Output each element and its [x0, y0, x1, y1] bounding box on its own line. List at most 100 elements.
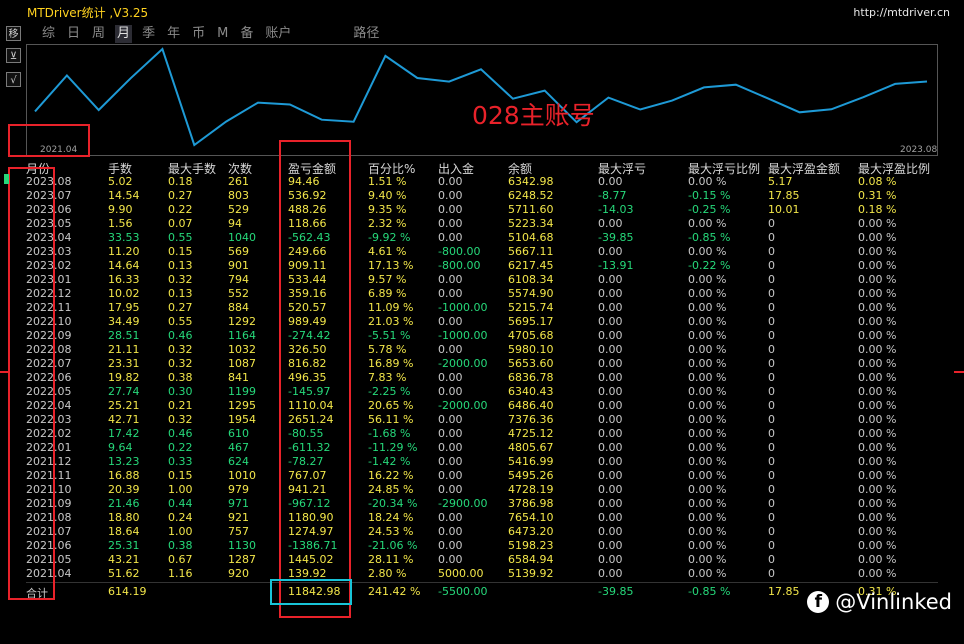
table-cell: 2.80 %: [368, 567, 407, 580]
table-cell: 9.40 %: [368, 189, 407, 202]
table-cell: 21.03 %: [368, 315, 414, 328]
table-cell: 0.00: [598, 553, 623, 566]
table-cell: 6342.98: [508, 175, 554, 188]
table-cell: 25.31: [108, 539, 140, 552]
table-cell: 0.00: [598, 399, 623, 412]
table-cell: 6.89 %: [368, 287, 407, 300]
table-cell: 0.00 %: [858, 371, 897, 384]
table-cell: 0.00: [598, 539, 623, 552]
table-cell: 0.22: [168, 441, 193, 454]
table-cell: 10.01: [768, 203, 800, 216]
table-cell: 0.00: [598, 301, 623, 314]
tab-0[interactable]: 综: [40, 25, 57, 43]
table-cell: 920: [228, 567, 249, 580]
table-cell: 0.00 %: [688, 371, 727, 384]
table-row: 2022.05 27.74 0.30 1199 -145.97 -2.25 % 0.00 63…: [26, 385, 938, 399]
total-cell: -39.85: [598, 585, 634, 598]
table-cell: 0.00: [598, 245, 623, 258]
table-cell: 0.00: [598, 497, 623, 510]
table-cell: 6486.40: [508, 399, 554, 412]
table-row: 2022.03 42.71 0.32 1954 2651.24 56.11 % 0.00 73…: [26, 413, 938, 427]
table-row: 2021.04 51.62 1.16 920 139.92 2.80 % 5000.00 51…: [26, 567, 938, 581]
table-cell: 0.00 %: [688, 413, 727, 426]
table-row: 2021.06 25.31 0.38 1130 -1386.71 -21.06 % 0.00…: [26, 539, 938, 553]
table-cell: 0.00: [598, 511, 623, 524]
table-cell: 1087: [228, 357, 256, 370]
table-cell: 9.90: [108, 203, 133, 216]
table-cell: 467: [228, 441, 249, 454]
table-row: 2023.03 11.20 0.15 569 249.66 4.61 % -800.00 56…: [26, 245, 938, 259]
table-cell: 0.00 %: [688, 245, 727, 258]
table-cell: 0: [768, 217, 775, 230]
table-cell: -0.22 %: [688, 259, 731, 272]
table-cell: 7376.36: [508, 413, 554, 426]
table-cell: 0.00 %: [688, 553, 727, 566]
table-cell: 1010: [228, 469, 256, 482]
table-cell: 0.00 %: [688, 273, 727, 286]
left-indicator: [4, 174, 9, 184]
table-cell: -1000.00: [438, 301, 488, 314]
table-cell: 0.00 %: [858, 525, 897, 538]
collapse-icon-button[interactable]: ⊻: [6, 48, 21, 63]
table-cell: 0.07: [168, 217, 193, 230]
tab-8[interactable]: 备: [238, 25, 255, 43]
table-cell: 0.00 %: [858, 301, 897, 314]
table-cell: 10.02: [108, 287, 140, 300]
table-cell: 569: [228, 245, 249, 258]
table-cell: -0.25 %: [688, 203, 731, 216]
table-cell: 6108.34: [508, 273, 554, 286]
table-cell: 971: [228, 497, 249, 510]
table-cell: 1.56: [108, 217, 133, 230]
watermark-text: @Vinlinked: [835, 590, 952, 614]
check-icon-button[interactable]: √: [6, 72, 21, 87]
table-cell: 1295: [228, 399, 256, 412]
move-button[interactable]: 移: [6, 26, 21, 41]
table-cell: 0.00: [438, 455, 463, 468]
tab-4[interactable]: 季: [140, 25, 157, 43]
table-cell: 0.00 %: [858, 385, 897, 398]
table-cell: 6584.94: [508, 553, 554, 566]
table-cell: 0.00 %: [858, 413, 897, 426]
table-cell: 0.32: [168, 357, 193, 370]
tab-9[interactable]: 账户: [263, 25, 293, 43]
table-cell: 7654.10: [508, 511, 554, 524]
tab-1[interactable]: 日: [65, 25, 82, 43]
table-cell: 0.00 %: [688, 343, 727, 356]
table-cell: 0: [768, 343, 775, 356]
table-cell: 1.51 %: [368, 175, 407, 188]
tab-7[interactable]: M: [215, 25, 230, 43]
table-cell: 0: [768, 525, 775, 538]
table-cell: 261: [228, 175, 249, 188]
watermark: f @Vinlinked: [807, 590, 952, 614]
table-row: 2023.04 33.53 0.55 1040 -562.43 -9.92 % 0.00 51…: [26, 231, 938, 245]
table-cell: 0.00: [438, 217, 463, 230]
annotation-box-pnl: [279, 140, 351, 618]
table-cell: -2900.00: [438, 497, 488, 510]
table-cell: 0.00: [438, 441, 463, 454]
tab-6[interactable]: 币: [190, 25, 207, 43]
table-cell: 17.13 %: [368, 259, 414, 272]
tab-10[interactable]: 路径: [351, 25, 381, 43]
total-cell: -0.85 %: [688, 585, 731, 598]
table-cell: 0.00: [598, 469, 623, 482]
table-cell: -2000.00: [438, 399, 488, 412]
table-cell: 0.00 %: [858, 455, 897, 468]
app-url-link[interactable]: http://mtdriver.cn: [853, 6, 950, 19]
tab-2[interactable]: 周: [90, 25, 107, 43]
annotation-box-start-date: [8, 124, 90, 157]
table-cell: 5139.92: [508, 567, 554, 580]
tab-3[interactable]: 月: [115, 25, 133, 43]
tab-5[interactable]: 年: [165, 25, 182, 43]
table-cell: 1954: [228, 413, 256, 426]
table-cell: 9.57 %: [368, 273, 407, 286]
table-cell: 0.00: [438, 315, 463, 328]
table-cell: 5695.17: [508, 315, 554, 328]
table-cell: 17.85: [768, 189, 800, 202]
table-row: 2021.09 21.46 0.44 971 -967.12 -20.34 % -2900.…: [26, 497, 938, 511]
table-cell: 18.64: [108, 525, 140, 538]
table-cell: 0.00 %: [688, 497, 727, 510]
table-cell: 4.61 %: [368, 245, 407, 258]
table-cell: 0: [768, 301, 775, 314]
table-cell: 0: [768, 371, 775, 384]
table-cell: 0.00: [438, 273, 463, 286]
